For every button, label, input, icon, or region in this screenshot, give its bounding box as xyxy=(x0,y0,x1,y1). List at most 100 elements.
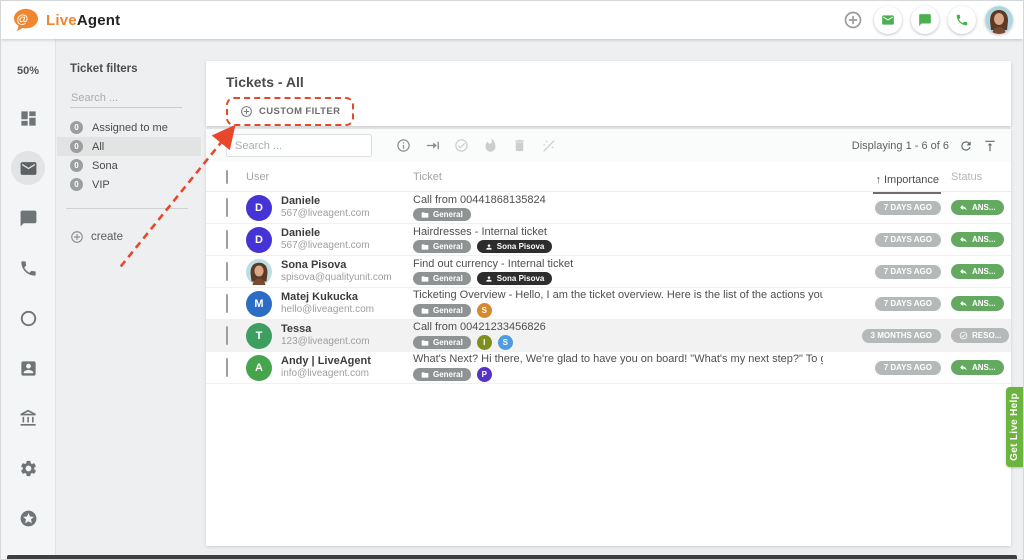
department-badge: General xyxy=(413,368,471,381)
select-all-checkbox[interactable] xyxy=(226,170,228,184)
avatar-photo xyxy=(246,259,272,285)
folder-icon xyxy=(421,371,429,379)
filter-item-vip[interactable]: 0VIP xyxy=(57,175,201,194)
ticket-row[interactable]: AAndy | LiveAgentinfo@liveagent.comWhat'… xyxy=(206,352,1011,384)
user-email: 123@liveagent.com xyxy=(281,336,370,348)
user-name: Matej Kukucka xyxy=(281,291,374,304)
sidebar-item-dashboard[interactable] xyxy=(11,101,45,135)
filters-title: Ticket filters xyxy=(57,63,201,75)
filter-label: Assigned to me xyxy=(92,122,168,134)
avatar: D xyxy=(246,195,272,221)
row-checkbox[interactable] xyxy=(226,358,228,377)
avatar-photo xyxy=(985,6,1013,34)
ticket-row[interactable]: DDaniele567@liveagent.comCall from 00441… xyxy=(206,192,1011,224)
filter-list: 0 Assigned to me 0All0Sona0VIP xyxy=(57,118,201,194)
ticket-badges: GeneralP xyxy=(413,367,823,382)
sidebar-item-contacts[interactable] xyxy=(11,351,45,385)
ticket-row[interactable]: DDaniele567@liveagent.comHairdresses - I… xyxy=(206,224,1011,256)
sidebar-item-knowledge-base[interactable] xyxy=(11,401,45,435)
flame-button[interactable] xyxy=(483,138,498,153)
tickets-header-card: Tickets - All CUSTOM FILTER xyxy=(206,61,1011,126)
tickets-search-input[interactable] xyxy=(226,134,372,157)
create-filter-button[interactable]: create xyxy=(70,230,201,244)
user-avatar[interactable] xyxy=(985,6,1013,34)
sidebar-item-social[interactable] xyxy=(11,301,45,335)
sidebar-item-tickets[interactable] xyxy=(11,151,45,185)
filters-search-input[interactable] xyxy=(70,89,182,108)
page-title: Tickets - All xyxy=(206,61,1011,90)
status-badge: ANS... xyxy=(951,264,1004,279)
sort-ascending-icon: ↑ xyxy=(875,174,881,186)
user-email: spisova@qualityunit.com xyxy=(281,272,392,284)
row-checkbox[interactable] xyxy=(226,262,228,281)
refresh-icon[interactable] xyxy=(959,139,973,153)
filter-count-badge: 0 xyxy=(70,121,83,134)
row-checkbox[interactable] xyxy=(226,230,228,249)
tag-badge: S xyxy=(498,335,513,350)
department-badge: General xyxy=(413,240,471,253)
ticket-row[interactable]: Sona Pisovaspisova@qualityunit.comFind o… xyxy=(206,256,1011,288)
ticket-subject: Call from 00421233456826 xyxy=(413,321,823,334)
avatar: T xyxy=(246,323,272,349)
mail-icon xyxy=(881,13,895,27)
filter-count-badge: 0 xyxy=(70,178,83,191)
importance-badge: 7 DAYS AGO xyxy=(875,361,941,375)
importance-badge: 7 DAYS AGO xyxy=(875,297,941,311)
ticket-badges: General xyxy=(413,208,823,221)
user-name: Sona Pisova xyxy=(281,259,392,272)
info-button[interactable] xyxy=(396,138,411,153)
filter-item-sona[interactable]: 0Sona xyxy=(57,156,201,175)
ticket-badges: General Sona Pisova xyxy=(413,240,823,253)
new-chat-button[interactable] xyxy=(911,6,939,34)
ticket-subject: Call from 00441868135824 xyxy=(413,194,823,207)
collapse-top-icon[interactable] xyxy=(983,139,997,153)
phone-icon xyxy=(955,13,969,27)
ticket-subject: What's Next? Hi there, We're glad to hav… xyxy=(413,353,823,366)
table-header-row: User Ticket ↑Importance Status xyxy=(206,162,1011,192)
tickets-table-body: DDaniele567@liveagent.comCall from 00441… xyxy=(206,192,1011,384)
chat-icon xyxy=(19,209,38,228)
ticket-filters-panel: Ticket filters 0Assigned to me0All0Sona0… xyxy=(57,39,201,559)
sidebar-item-settings[interactable] xyxy=(11,451,45,485)
ticket-row[interactable]: TTessa123@liveagent.comCall from 0042123… xyxy=(206,320,1011,352)
forward-button[interactable] xyxy=(425,138,440,153)
get-live-help-tab[interactable]: Get Live Help xyxy=(1006,387,1023,467)
wand-button[interactable] xyxy=(541,138,556,153)
rail-icons xyxy=(11,101,45,535)
ticket-row[interactable]: MMatej Kukuckahello@liveagent.comTicketi… xyxy=(206,288,1011,320)
divider xyxy=(66,208,188,209)
ticket-subject: Ticketing Overview - Hello, I am the tic… xyxy=(413,289,823,302)
row-checkbox[interactable] xyxy=(226,198,228,217)
row-checkbox[interactable] xyxy=(226,294,228,313)
displaying-count: Displaying 1 - 6 of 6 xyxy=(852,140,949,152)
column-status[interactable]: Status xyxy=(951,171,982,183)
column-importance[interactable]: ↑Importance xyxy=(873,168,941,194)
sidebar-item-calls[interactable] xyxy=(11,251,45,285)
new-call-button[interactable] xyxy=(948,6,976,34)
sidebar-item-upgrade[interactable] xyxy=(11,501,45,535)
contacts-icon xyxy=(19,359,38,378)
folder-icon xyxy=(421,243,429,251)
custom-filter-button[interactable]: CUSTOM FILTER xyxy=(226,97,354,126)
liveagent-logo[interactable]: @ LiveAgent xyxy=(13,8,120,32)
check-circle-icon xyxy=(959,331,968,340)
status-badge: ANS... xyxy=(951,296,1004,311)
star-circle-icon xyxy=(19,509,38,528)
trash-button[interactable] xyxy=(512,138,527,153)
info-icon xyxy=(396,138,411,153)
filter-item-assigned-to-me[interactable]: 0 Assigned to me xyxy=(57,118,201,137)
importance-badge: 7 DAYS AGO xyxy=(875,201,941,215)
check-circle-icon xyxy=(454,138,469,153)
check-circle-button[interactable] xyxy=(454,138,469,153)
importance-badge: 7 DAYS AGO xyxy=(875,265,941,279)
tickets-list-card: Displaying 1 - 6 of 6 User Ticket ↑Impor… xyxy=(206,129,1011,546)
add-new-button[interactable] xyxy=(841,8,865,32)
agent-badge: Sona Pisova xyxy=(477,240,553,253)
filter-item-all[interactable]: 0All xyxy=(57,137,201,156)
new-email-button[interactable] xyxy=(874,6,902,34)
left-icon-rail: 50% xyxy=(1,39,56,559)
row-checkbox[interactable] xyxy=(226,326,228,345)
avatar: M xyxy=(246,291,272,317)
sidebar-item-chats[interactable] xyxy=(11,201,45,235)
importance-badge: 3 MONTHS AGO xyxy=(862,329,941,343)
